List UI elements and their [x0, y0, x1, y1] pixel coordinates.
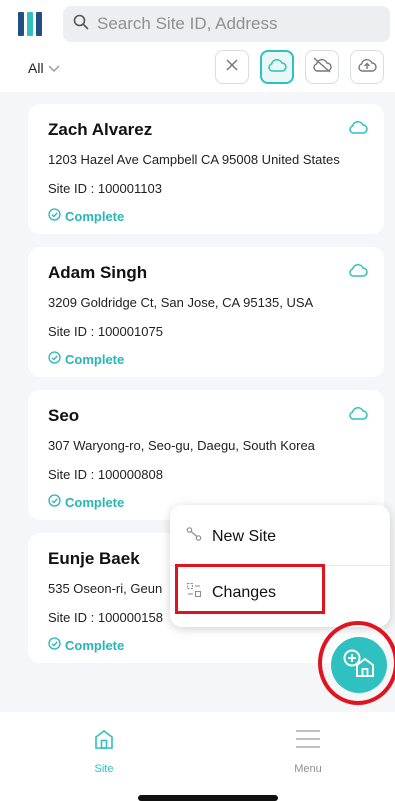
site-name: Seo: [48, 406, 80, 425]
close-icon: [225, 58, 239, 77]
fab-highlight-annotation: [318, 621, 395, 705]
check-circle-icon: [48, 351, 61, 367]
search-icon: [73, 14, 89, 35]
filter-clear-button[interactable]: [215, 50, 249, 84]
filter-dropdown-label: All: [28, 60, 44, 76]
status-badge: Complete: [48, 351, 364, 367]
tab-menu-label: Menu: [294, 763, 322, 775]
check-circle-icon: [48, 637, 61, 653]
cloud-icon: [348, 406, 368, 425]
search-bar[interactable]: [63, 6, 390, 42]
new-site-label: New Site: [212, 527, 277, 545]
status-label: Complete: [65, 637, 125, 653]
status-badge: Complete: [48, 637, 364, 653]
status-label: Complete: [65, 494, 125, 510]
site-name: Zach Alvarez: [48, 120, 153, 139]
cloud-icon: [267, 58, 287, 77]
cloud-icon: [348, 263, 368, 282]
tab-menu[interactable]: Menu: [268, 728, 348, 775]
status-label: Complete: [65, 351, 125, 367]
site-id: Site ID : 100001103: [48, 181, 162, 196]
site-address: 3209 Goldridge Ct, San Jose, CA 95135, U…: [48, 295, 314, 310]
cloud-upload-icon: [357, 57, 377, 78]
new-site-menu-item[interactable]: New Site: [186, 526, 276, 547]
filter-cloud-button[interactable]: [260, 50, 294, 84]
bottom-tab-bar: Site Menu: [0, 712, 395, 801]
route-icon: [186, 526, 202, 547]
app-logo: [18, 12, 44, 36]
check-circle-icon: [48, 208, 61, 224]
tab-site-label: Site: [94, 763, 114, 775]
status-badge: Complete: [48, 208, 364, 224]
site-address: 307 Waryong-ro, Seo-gu, Daegu, South Kor…: [48, 438, 315, 453]
status-label: Complete: [65, 208, 125, 224]
site-id: Site ID : 100001075: [48, 324, 163, 339]
changes-highlight-annotation: [175, 564, 325, 614]
filter-dropdown[interactable]: All: [28, 60, 60, 76]
header: All: [0, 0, 395, 92]
site-id: Site ID : 100000808: [48, 467, 163, 482]
site-name: Adam Singh: [48, 263, 148, 282]
site-address: 1203 Hazel Ave Campbell CA 95008 United …: [48, 152, 340, 167]
site-card[interactable]: Adam Singh 3209 Goldridge Ct, San Jose, …: [28, 247, 384, 377]
search-input[interactable]: [97, 14, 377, 34]
cloud-icon: [348, 120, 368, 139]
cloud-off-icon: [312, 56, 332, 78]
hamburger-menu-icon: [294, 728, 322, 753]
filter-cloud-off-button[interactable]: [305, 50, 339, 84]
home-icon: [93, 728, 115, 753]
home-indicator: [138, 795, 278, 801]
filter-cloud-upload-button[interactable]: [350, 50, 384, 84]
chevron-down-icon: [48, 60, 60, 76]
site-card[interactable]: Seo 307 Waryong-ro, Seo-gu, Daegu, South…: [28, 390, 384, 520]
tab-site[interactable]: Site: [64, 728, 144, 775]
check-circle-icon: [48, 494, 61, 510]
site-card[interactable]: Zach Alvarez 1203 Hazel Ave Campbell CA …: [28, 104, 384, 234]
